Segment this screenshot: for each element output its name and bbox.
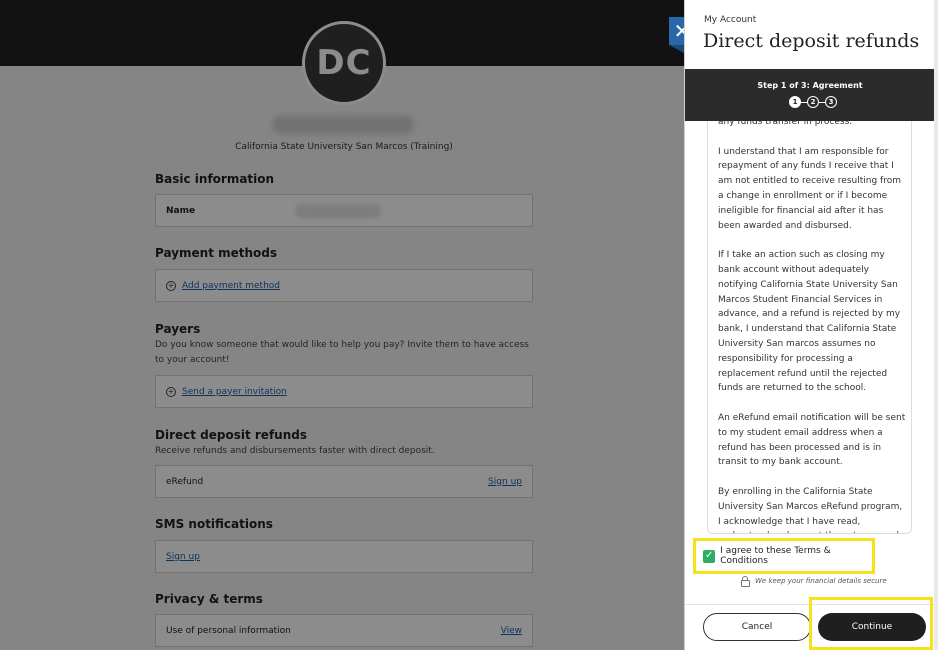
terms-text: any funds transfer in process. I underst… — [718, 121, 906, 533]
account-page: DC California State University San Marco… — [0, 0, 684, 650]
terms-paragraph: By enrolling in the California State Uni… — [718, 486, 903, 533]
modal-overlay[interactable] — [0, 0, 684, 650]
step-1-dot: 1 — [789, 96, 801, 108]
agree-terms-highlight: ✓ I agree to these Terms & Conditions — [693, 538, 875, 574]
agree-terms-checkbox[interactable]: ✓ — [703, 549, 716, 563]
cancel-button[interactable]: Cancel — [703, 613, 811, 641]
direct-deposit-panel: My Account Direct deposit refunds Step 1… — [684, 0, 935, 650]
panel-title: Direct deposit refunds — [703, 30, 920, 52]
lock-icon — [741, 576, 750, 587]
terms-paragraph: I understand that I am responsible for r… — [718, 146, 901, 231]
terms-paragraph: any funds transfer in process. — [718, 121, 853, 127]
agree-terms-label[interactable]: I agree to these Terms & Conditions — [720, 546, 872, 566]
step-progress: 1 2 3 — [789, 96, 837, 108]
panel-scrollbar-edge — [934, 0, 938, 650]
step-3-dot: 3 — [825, 96, 837, 108]
panel-breadcrumb: My Account — [704, 15, 757, 25]
terms-paragraph: An eRefund email notification will be se… — [718, 412, 906, 468]
terms-paragraph: If I take an action such as closing my b… — [718, 250, 901, 394]
secure-note-text: We keep your financial details secure — [755, 576, 887, 585]
step-label: Step 1 of 3: Agreement — [757, 81, 863, 90]
secure-note: We keep your financial details secure — [741, 576, 887, 587]
terms-scroll-area[interactable]: any funds transfer in process. I underst… — [707, 121, 912, 534]
continue-button[interactable]: Continue — [818, 613, 926, 641]
step-indicator: Step 1 of 3: Agreement 1 2 3 — [685, 69, 935, 121]
step-2-dot: 2 — [807, 96, 819, 108]
